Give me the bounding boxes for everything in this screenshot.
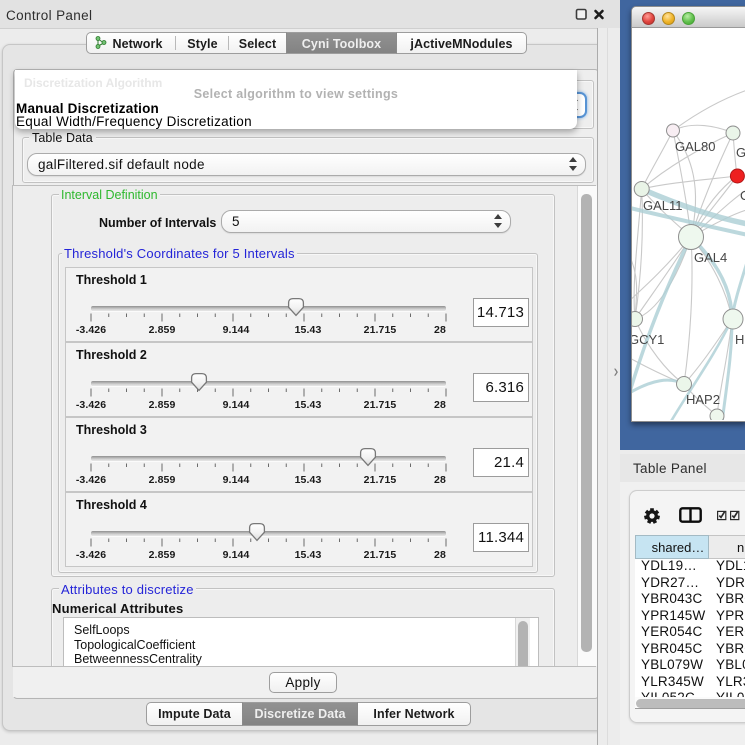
svg-text:C: C	[740, 188, 745, 203]
svg-text:GAL11: GAL11	[643, 198, 683, 213]
svg-text:H: H	[735, 332, 744, 347]
svg-text:GAL80: GAL80	[675, 139, 715, 154]
svg-text:GCY1: GCY1	[632, 332, 664, 347]
svg-text:GAL4: GAL4	[694, 250, 727, 265]
svg-text:G.: G.	[736, 145, 745, 160]
svg-text:HAP2: HAP2	[686, 392, 720, 407]
